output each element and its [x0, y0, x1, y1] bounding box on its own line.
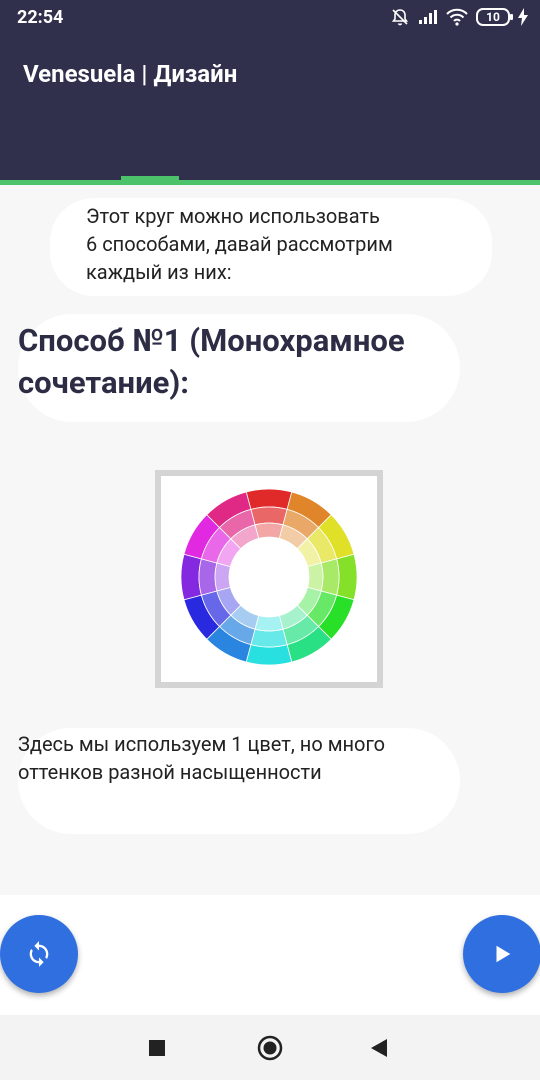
battery-icon: 10 [476, 8, 513, 26]
color-wheel-segment [214, 562, 231, 592]
refresh-button[interactable] [0, 915, 78, 993]
heading-message-bubble: Способ №1 (Монохрамное сочетание): [18, 314, 460, 422]
status-icons: 10 [390, 5, 528, 29]
charging-bolt-icon [518, 8, 528, 26]
recents-square-icon [149, 1040, 165, 1056]
tab-indicator [121, 176, 179, 180]
intro-text: Этот круг можно использовать 6 способами… [86, 204, 393, 284]
app-header: 22:54 10 Venesuela | Дизайн [0, 0, 540, 180]
page-title: Venesuela | Дизайн [23, 60, 238, 88]
home-circle-icon [257, 1035, 283, 1061]
signal-icon [419, 10, 437, 24]
recents-button[interactable] [149, 1040, 165, 1060]
system-navigation-bar [0, 1015, 540, 1080]
color-wheel-segment [250, 506, 288, 526]
color-wheel [180, 488, 358, 666]
color-wheel-segment [307, 562, 324, 592]
status-time: 22:54 [17, 7, 64, 28]
color-wheel-image [155, 470, 383, 688]
bottom-action-bar [0, 895, 540, 1015]
color-wheel-segment [336, 553, 358, 601]
progress-line [0, 180, 540, 185]
color-wheel-segment [320, 558, 340, 596]
color-wheel-segment [198, 558, 218, 596]
home-button[interactable] [257, 1035, 283, 1065]
battery-level: 10 [486, 10, 500, 24]
next-button[interactable] [463, 915, 540, 993]
back-button[interactable] [371, 1039, 389, 1061]
wifi-icon [446, 8, 468, 26]
refresh-icon [29, 941, 49, 967]
color-wheel-segment [254, 615, 284, 632]
color-wheel-segment [254, 522, 284, 539]
description-message-bubble: Здесь мы используем 1 цвет, но много отт… [18, 728, 460, 834]
color-wheel-segment [250, 628, 288, 648]
color-wheel-segment [245, 488, 293, 510]
color-wheel-segment [180, 553, 202, 601]
color-wheel-segment [245, 644, 293, 666]
method-heading: Способ №1 (Монохрамное сочетание): [18, 322, 405, 401]
muted-bell-icon [391, 9, 409, 26]
play-arrow-icon [496, 945, 511, 963]
back-triangle-icon [371, 1039, 387, 1057]
intro-message-bubble: Этот круг можно использовать 6 способами… [50, 198, 492, 296]
status-bar: 22:54 10 [0, 0, 540, 36]
description-text: Здесь мы используем 1 цвет, но много отт… [18, 732, 386, 784]
